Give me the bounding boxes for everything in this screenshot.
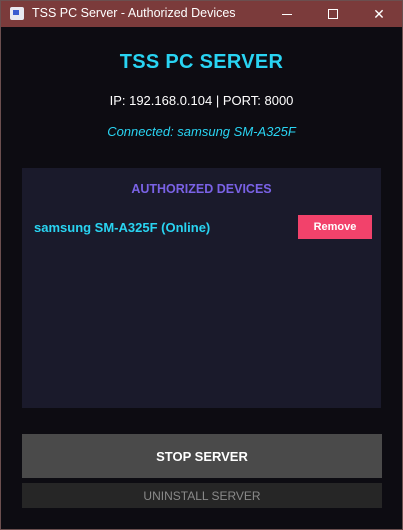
device-list-item: samsung SM-A325F (Online) Remove bbox=[22, 215, 381, 241]
remove-device-button[interactable]: Remove bbox=[298, 215, 372, 239]
window-title: TSS PC Server - Authorized Devices bbox=[32, 6, 236, 20]
server-address: IP: 192.168.0.104 | PORT: 8000 bbox=[109, 93, 294, 108]
panel-heading: AUTHORIZED DEVICES bbox=[131, 182, 272, 196]
minimize-button[interactable] bbox=[264, 1, 310, 27]
maximize-button[interactable] bbox=[310, 1, 356, 27]
close-icon: ✕ bbox=[373, 6, 385, 22]
close-button[interactable]: ✕ bbox=[356, 1, 402, 27]
minimize-icon bbox=[282, 13, 292, 15]
device-name: samsung SM-A325F (Online) bbox=[34, 220, 211, 235]
app-window-icon bbox=[10, 7, 24, 20]
connection-status: Connected: samsung SM-A325F bbox=[107, 124, 296, 139]
app-window: TSS PC Server - Authorized Devices ✕ TSS… bbox=[0, 0, 403, 530]
title-bar[interactable]: TSS PC Server - Authorized Devices ✕ bbox=[1, 1, 402, 27]
uninstall-server-button[interactable]: UNINSTALL SERVER bbox=[22, 483, 382, 508]
authorized-devices-panel: AUTHORIZED DEVICES samsung SM-A325F (Onl… bbox=[22, 168, 381, 408]
maximize-icon bbox=[328, 9, 338, 19]
app-title: TSS PC SERVER bbox=[119, 51, 284, 73]
stop-server-button[interactable]: STOP SERVER bbox=[22, 434, 382, 478]
